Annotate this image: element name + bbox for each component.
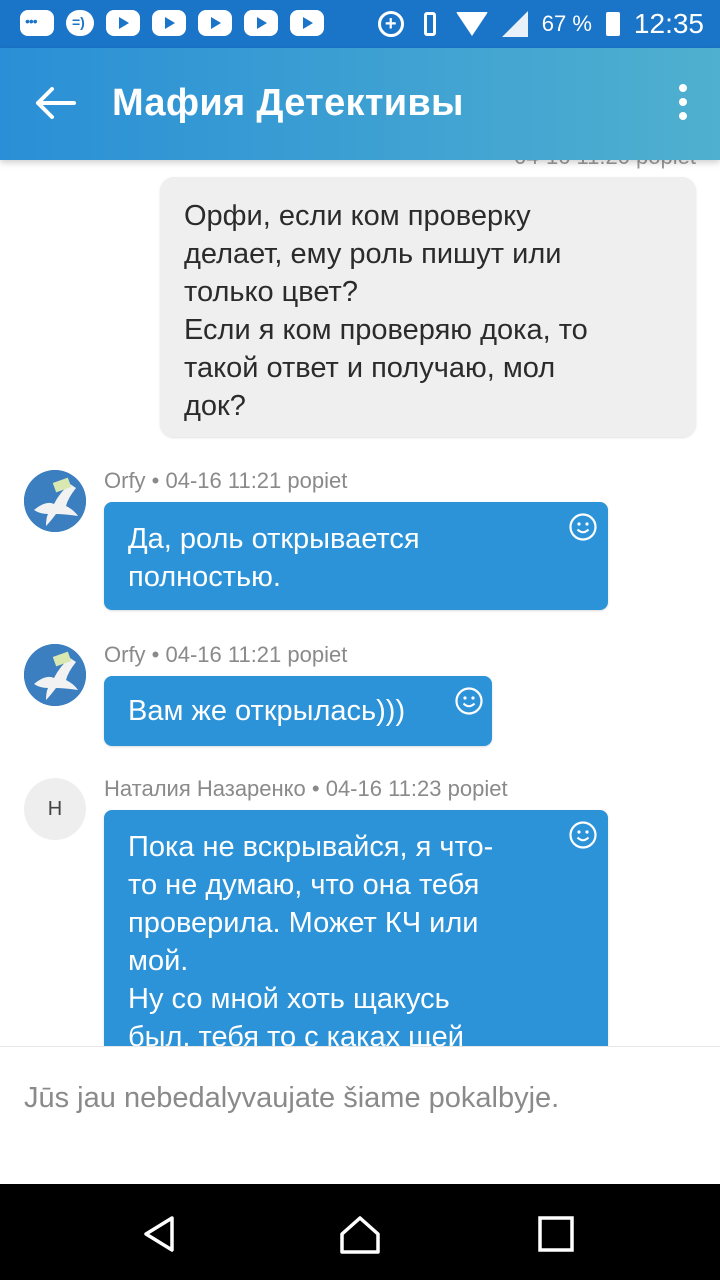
- home-icon: [340, 1216, 380, 1254]
- nav-recents-button[interactable]: [534, 1212, 578, 1256]
- kakao-icon: [66, 10, 94, 36]
- message-text: Пока не вскрывайся, я что- то не думаю, …: [128, 831, 494, 1046]
- chat-bubble-icon: [20, 10, 54, 36]
- youtube-icon: [152, 10, 186, 36]
- avatar[interactable]: Н: [24, 778, 86, 840]
- back-button[interactable]: [30, 78, 80, 128]
- square-recents-icon: [538, 1216, 574, 1252]
- chat-title: Мафия Детективы: [112, 82, 464, 124]
- app-bar: Мафия Детективы: [0, 48, 720, 160]
- nav-back-button[interactable]: [138, 1212, 182, 1256]
- message-text: Орфи, если ком проверку делает, ему роль…: [184, 200, 588, 422]
- battery-icon: [605, 12, 620, 36]
- more-vert-dot: [679, 98, 687, 106]
- more-vert-icon: [679, 84, 687, 92]
- left-conversation-notice: Jūs jau nebedalyvaujate šiame pokalbyje.: [24, 1082, 560, 1114]
- notification-icons: [20, 10, 324, 36]
- battery-percent: 67 %: [541, 11, 592, 36]
- clock: 12:35: [633, 8, 704, 39]
- message-meta: Orfy • 04-16 11:21 popiet: [104, 468, 348, 493]
- status-bar: + 67 % 12:35: [0, 0, 720, 48]
- avatar-letter: Н: [47, 798, 63, 820]
- message-text: Вам же открылась))): [128, 695, 406, 727]
- message-meta: Наталия Назаренко • 04-16 11:23 popiet: [104, 776, 508, 801]
- incoming-message-bubble[interactable]: Пока не вскрывайся, я что- то не думаю, …: [104, 810, 608, 1046]
- message-text: Да, роль открывается полностью.: [128, 523, 420, 593]
- incoming-message-bubble[interactable]: Да, роль открывается полностью.: [104, 502, 608, 610]
- system-nav-bar: [0, 1184, 720, 1280]
- youtube-icon: [244, 10, 278, 36]
- youtube-icon: [290, 10, 324, 36]
- youtube-icon: [198, 10, 232, 36]
- dove-avatar-icon: [24, 644, 86, 706]
- smiley-reaction-icon[interactable]: [568, 512, 598, 542]
- vibrate-icon: [423, 12, 436, 36]
- own-message-bubble[interactable]: Орфи, если ком проверку делает, ему роль…: [160, 177, 696, 437]
- message-meta: 04-16 11:20 popiet: [514, 160, 696, 170]
- smiley-reaction-icon[interactable]: [454, 686, 484, 716]
- smiley-reaction-icon[interactable]: [568, 820, 598, 850]
- conversation-footer: Jūs jau nebedalyvaujate šiame pokalbyje.: [0, 1046, 720, 1185]
- cell-signal-icon: [501, 11, 528, 37]
- arrow-left-icon: [36, 87, 76, 119]
- data-saver-icon: +: [377, 11, 404, 37]
- more-vert-dot: [679, 112, 687, 120]
- incoming-message-bubble[interactable]: Вам же открылась))): [104, 676, 492, 746]
- dove-avatar-icon: [24, 470, 86, 532]
- overflow-menu-button[interactable]: [668, 78, 698, 128]
- avatar[interactable]: [24, 470, 86, 532]
- avatar[interactable]: [24, 644, 86, 706]
- triangle-back-icon: [144, 1216, 174, 1252]
- youtube-icon: [106, 10, 140, 36]
- system-indicators: + 67 % 12:35: [377, 8, 704, 40]
- message-meta: Orfy • 04-16 11:21 popiet: [104, 642, 348, 667]
- message-list[interactable]: 04-16 11:20 popiet Орфи, если ком провер…: [0, 160, 720, 1046]
- nav-home-button[interactable]: [338, 1212, 382, 1256]
- wifi-icon: [455, 12, 488, 36]
